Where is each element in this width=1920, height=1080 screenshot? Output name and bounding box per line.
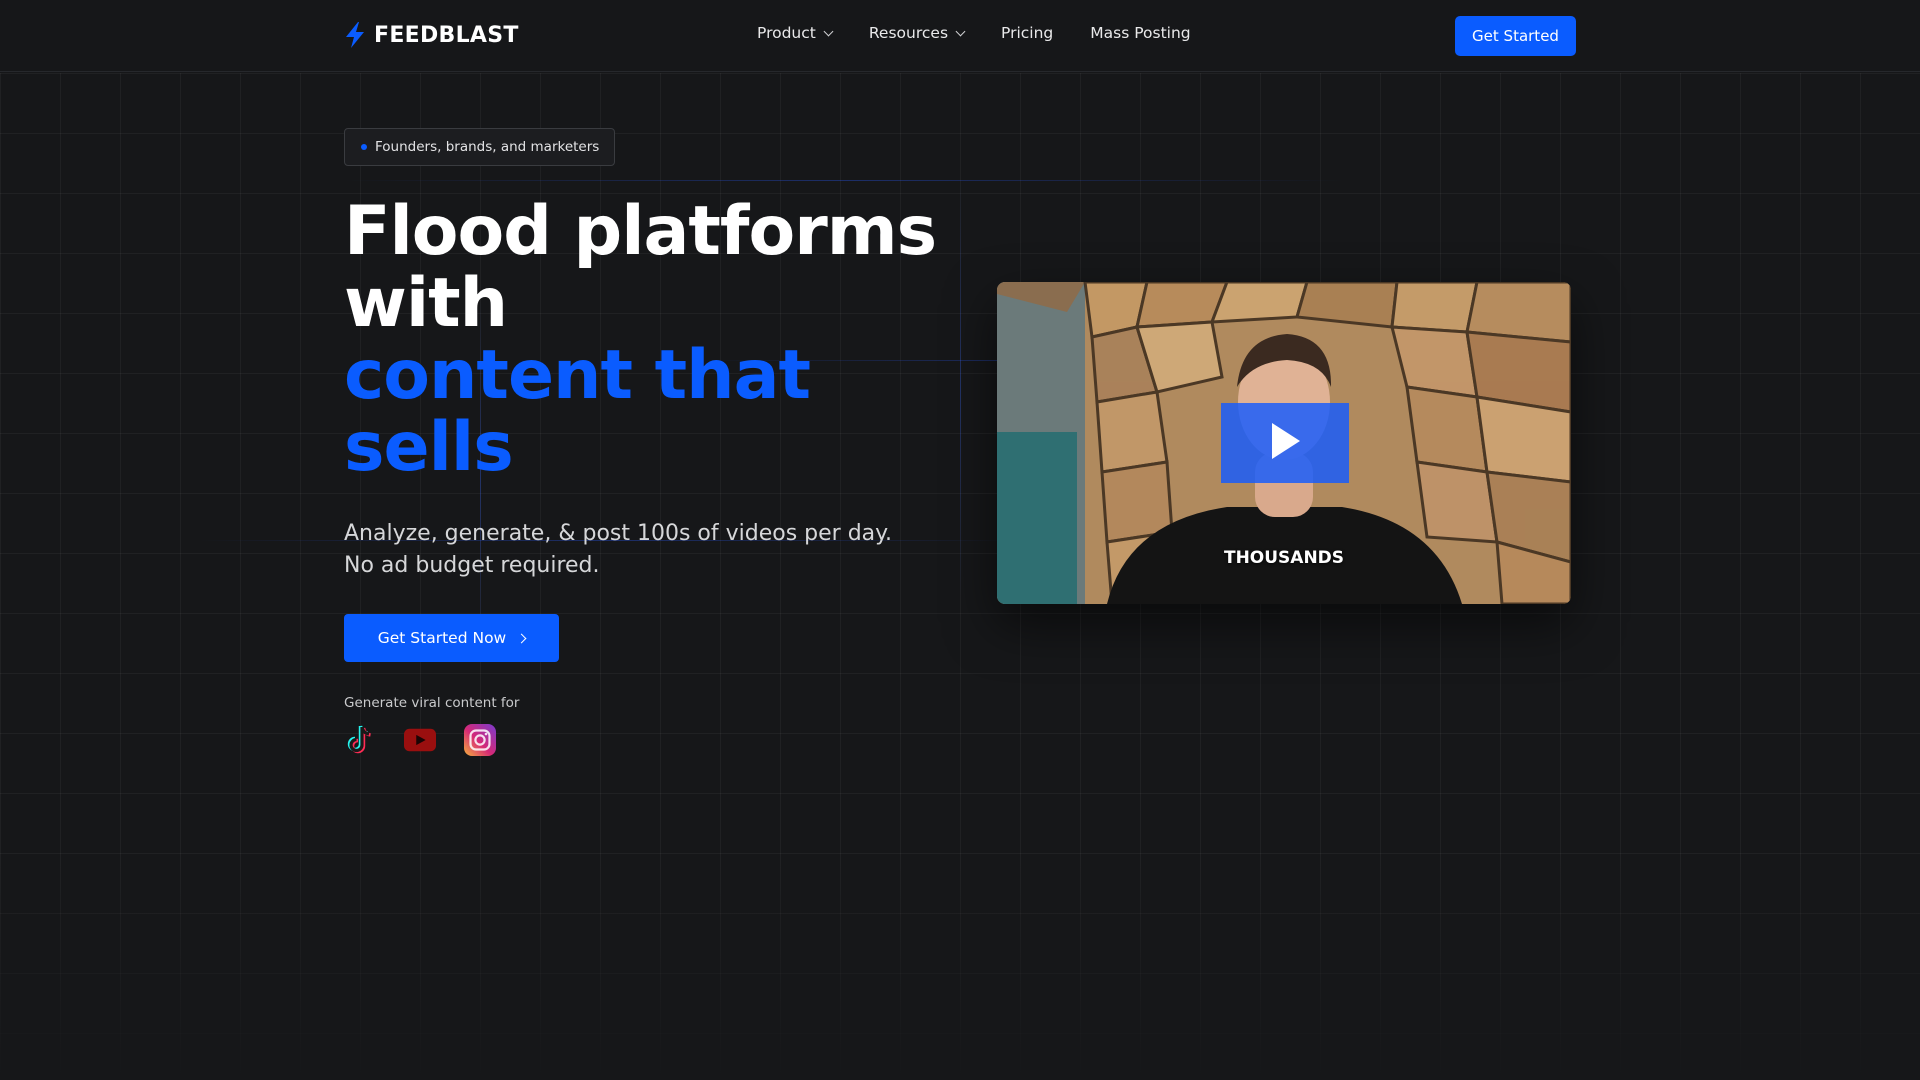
- nav-item-product[interactable]: Product: [757, 24, 834, 42]
- lightning-bolt-icon: [344, 22, 366, 48]
- chevron-down-icon: [955, 26, 966, 36]
- tiktok-icon: [344, 724, 376, 756]
- headline-highlight: content that: [344, 336, 811, 415]
- hero-subtext: Analyze, generate, & post 100s of videos…: [344, 518, 944, 582]
- get-started-button[interactable]: Get Started: [1455, 16, 1576, 56]
- grid-highlight: [344, 180, 1344, 181]
- grid-highlight: [960, 180, 961, 600]
- hero-headline: Flood platforms with content that sells: [344, 196, 944, 484]
- badge-dot: [361, 144, 367, 150]
- play-icon: [1268, 421, 1302, 465]
- audience-badge: Founders, brands, and marketers: [344, 128, 616, 166]
- youtube-icon: [404, 724, 436, 756]
- instagram-icon: [464, 724, 496, 756]
- platforms-label: Generate viral content for: [344, 695, 520, 711]
- platform-icons: [344, 724, 496, 756]
- nav-item-resources[interactable]: Resources: [868, 24, 966, 42]
- video-caption: THOUSANDS: [1223, 548, 1345, 568]
- play-button[interactable]: [1221, 403, 1349, 483]
- demo-video[interactable]: THOUSANDS: [997, 282, 1571, 604]
- headline-line: Flood platforms: [344, 192, 937, 271]
- main-nav: Product Resources Pricing Mass Posting: [757, 24, 1191, 42]
- subtext-line: Analyze, generate, & post 100s of videos…: [344, 521, 893, 546]
- grid-fade: [0, 860, 1920, 1080]
- chevron-down-icon: [823, 26, 834, 36]
- nav-item-label: Mass Posting: [1090, 24, 1191, 42]
- site-header: FEEDBLAST Product Resources Pricing Mass…: [0, 0, 1920, 72]
- brand-name: FEEDBLAST: [374, 22, 519, 48]
- get-started-now-button[interactable]: Get Started Now: [344, 614, 559, 662]
- nav-item-mass-posting[interactable]: Mass Posting: [1090, 24, 1190, 42]
- chevron-right-icon: [516, 633, 527, 643]
- cta-label: Get Started Now: [377, 629, 507, 647]
- badge-label: Founders, brands, and marketers: [375, 139, 600, 155]
- subtext-line: No ad budget required.: [344, 553, 600, 578]
- headline-highlight: sells: [344, 408, 514, 487]
- nav-item-pricing[interactable]: Pricing: [1001, 24, 1053, 42]
- nav-item-label: Resources: [868, 24, 949, 42]
- headline-line: with: [344, 264, 508, 343]
- nav-item-label: Product: [757, 24, 816, 42]
- nav-item-label: Pricing: [1001, 24, 1054, 42]
- brand-logo[interactable]: FEEDBLAST: [344, 22, 519, 48]
